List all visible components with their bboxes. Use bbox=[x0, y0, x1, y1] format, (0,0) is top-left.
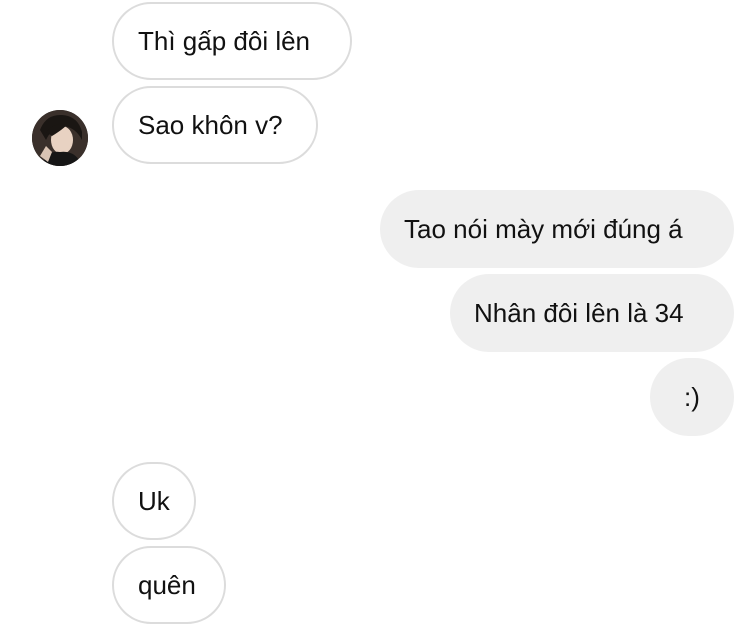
message-bubble-incoming[interactable]: Thì gấp đôi lên bbox=[112, 2, 352, 80]
message-bubble-incoming[interactable]: quên bbox=[112, 546, 226, 624]
message-bubble-outgoing[interactable]: Tao nói mày mới đúng á bbox=[380, 190, 734, 268]
contact-avatar[interactable] bbox=[32, 110, 88, 166]
message-bubble-incoming[interactable]: Sao khôn v? bbox=[112, 86, 318, 164]
message-bubble-outgoing[interactable]: Nhân đôi lên là 34 bbox=[450, 274, 734, 352]
message-bubble-outgoing[interactable]: :) bbox=[650, 358, 734, 436]
message-bubble-incoming[interactable]: Uk bbox=[112, 462, 196, 540]
chat-thread: Thì gấp đôi lên Sao khôn v? Tao nói mày … bbox=[0, 0, 750, 626]
avatar-portrait-icon bbox=[32, 110, 88, 166]
